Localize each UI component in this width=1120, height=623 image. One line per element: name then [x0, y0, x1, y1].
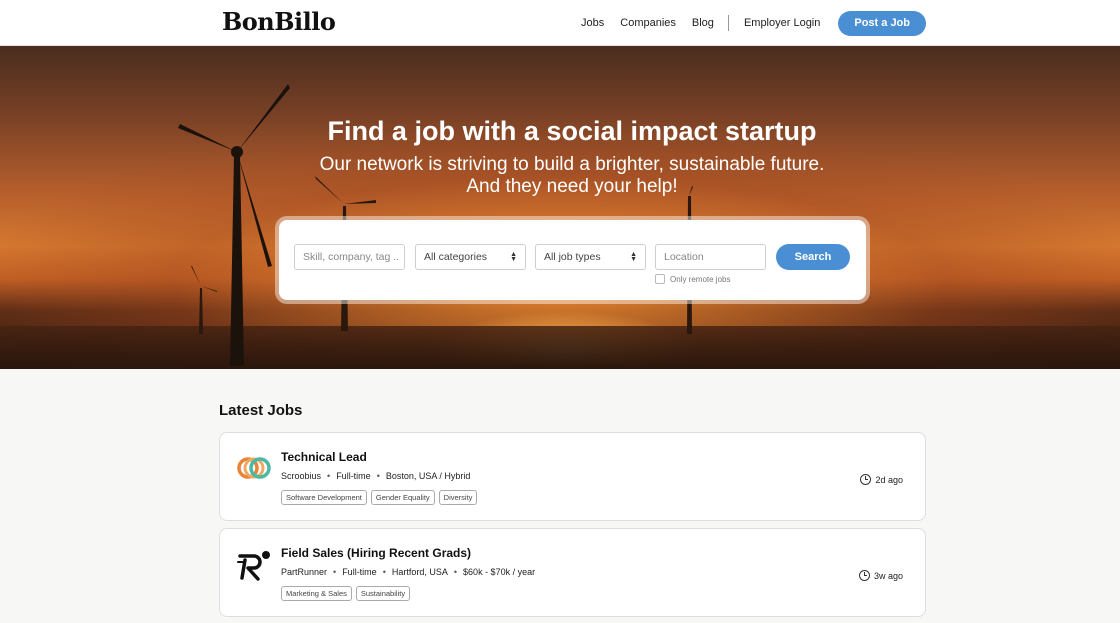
- post-job-button[interactable]: Post a Job: [838, 10, 926, 36]
- job-type: Full-time: [336, 471, 371, 481]
- job-tag[interactable]: Sustainability: [355, 586, 411, 601]
- meta-separator: •: [327, 471, 331, 481]
- job-type-select[interactable]: All job types ▲ ▼: [535, 244, 646, 270]
- nav-jobs-link[interactable]: Jobs: [581, 17, 604, 29]
- job-tag[interactable]: Gender Equality: [370, 490, 435, 505]
- job-posted-label: 3w ago: [873, 570, 903, 581]
- skill-search-input[interactable]: Skill, company, tag ..: [294, 244, 405, 270]
- category-select-value: All categories: [424, 251, 488, 263]
- job-tag[interactable]: Diversity: [438, 490, 478, 505]
- employer-login-link[interactable]: Employer Login: [744, 17, 820, 29]
- job-tags: Software Development Gender Equality Div…: [281, 490, 478, 505]
- main-nav: Jobs Companies Blog Employer Login Post …: [581, 0, 926, 46]
- meta-separator: •: [382, 567, 386, 577]
- job-type-select-value: All job types: [544, 251, 601, 263]
- location-input[interactable]: Location: [655, 244, 766, 270]
- job-company: PartRunner: [281, 567, 328, 577]
- job-title[interactable]: Field Sales (Hiring Recent Grads): [281, 546, 471, 560]
- top-navbar: BonBillo Jobs Companies Blog Employer Lo…: [0, 0, 1120, 46]
- job-type: Full-time: [342, 567, 377, 577]
- job-salary: $60k - $70k / year: [463, 567, 536, 577]
- nav-companies-link[interactable]: Companies: [620, 17, 676, 29]
- job-title[interactable]: Technical Lead: [281, 450, 367, 464]
- latest-jobs-heading: Latest Jobs: [219, 402, 303, 419]
- job-tag[interactable]: Marketing & Sales: [281, 586, 352, 601]
- job-posted-label: 2d ago: [875, 474, 903, 485]
- hero-title: Find a job with a social impact startup: [327, 116, 817, 146]
- job-posted-time: 2d ago: [860, 474, 903, 485]
- job-company: Scroobius: [281, 471, 322, 481]
- job-card[interactable]: Technical Lead Scroobius • Full-time • B…: [219, 432, 926, 521]
- clock-icon: [860, 474, 872, 485]
- brand-logo[interactable]: BonBillo: [222, 7, 336, 36]
- hero-subtitle-line1: Our network is striving to build a brigh…: [319, 154, 825, 175]
- category-select[interactable]: All categories ▲ ▼: [415, 244, 526, 270]
- job-location: Hartford, USA: [391, 567, 448, 577]
- hero-subtitle-line2: And they need your help!: [466, 176, 678, 197]
- nav-blog-link[interactable]: Blog: [692, 17, 714, 29]
- job-tag[interactable]: Software Development: [281, 490, 367, 505]
- job-tags: Marketing & Sales Sustainability: [281, 586, 411, 601]
- select-arrows-icon: ▲ ▼: [630, 251, 637, 263]
- running-r-icon: [237, 551, 270, 581]
- remote-only-label: Only remote jobs: [670, 274, 731, 284]
- hero-banner: Find a job with a social impact startup …: [0, 46, 1120, 369]
- remote-only-toggle[interactable]: Only remote jobs: [655, 274, 730, 284]
- job-card[interactable]: Field Sales (Hiring Recent Grads) PartRu…: [219, 528, 926, 617]
- remote-only-checkbox[interactable]: [655, 274, 665, 284]
- meta-separator: •: [333, 567, 337, 577]
- meta-separator: •: [453, 567, 458, 577]
- job-search-form: Skill, company, tag .. All categories ▲ ▼…: [279, 220, 866, 300]
- clock-icon: [858, 570, 870, 581]
- meta-separator: •: [376, 471, 380, 481]
- wind-turbine-graphic: [191, 266, 217, 334]
- search-button[interactable]: Search: [776, 244, 850, 270]
- nav-divider: [727, 15, 729, 31]
- job-location: Boston, USA / Hybrid: [385, 471, 471, 481]
- job-posted-time: 3w ago: [858, 570, 903, 581]
- overlapping-rings-icon: [237, 457, 271, 479]
- job-meta: PartRunner • Full-time • Hartford, USA •…: [281, 567, 535, 577]
- select-arrows-icon: ▲ ▼: [510, 251, 517, 263]
- job-meta: Scroobius • Full-time • Boston, USA / Hy…: [281, 471, 470, 481]
- hero-subtitle: Our network is striving to build a brigh…: [0, 154, 1120, 198]
